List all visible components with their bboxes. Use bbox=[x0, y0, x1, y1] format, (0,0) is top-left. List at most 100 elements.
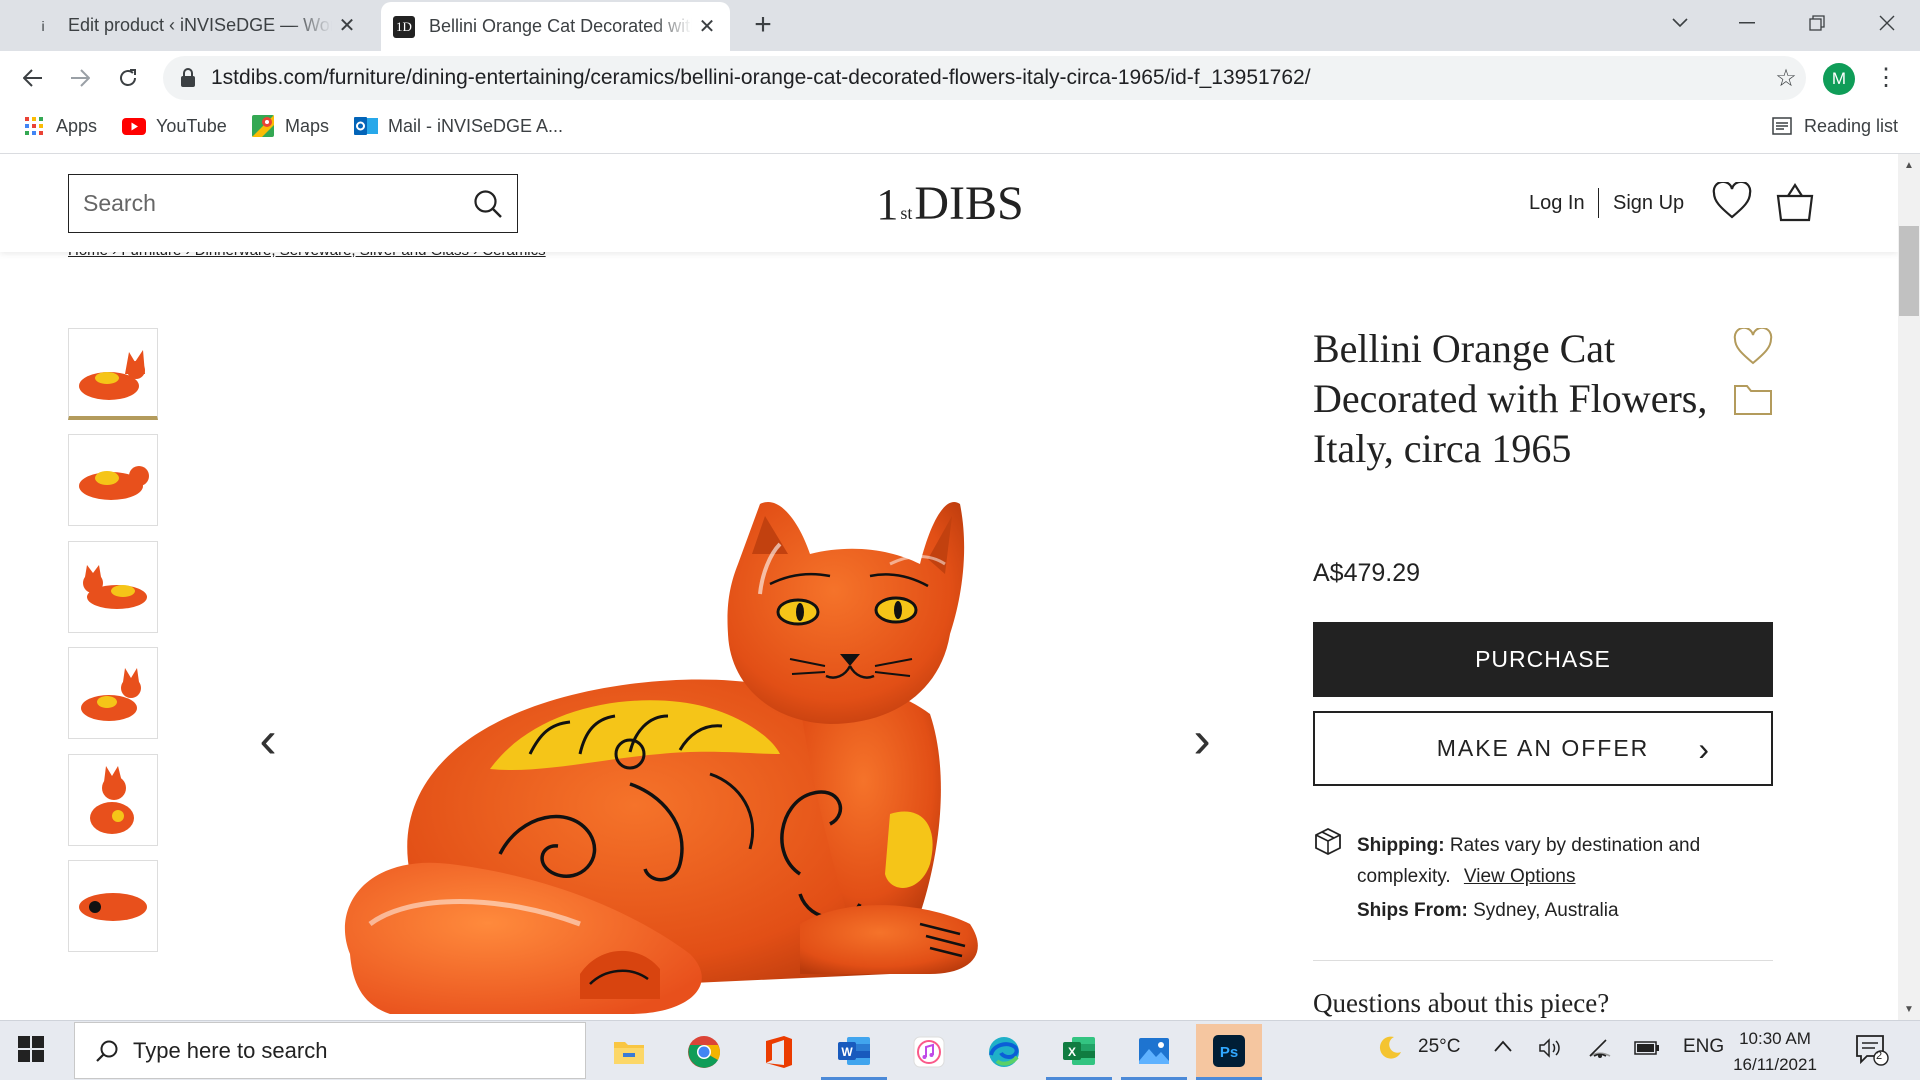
bookmark-apps[interactable]: Apps bbox=[22, 112, 97, 140]
word-icon[interactable]: W bbox=[821, 1024, 887, 1080]
scrollbar-thumb[interactable] bbox=[1899, 226, 1919, 316]
wifi-icon[interactable] bbox=[1588, 1038, 1612, 1064]
browser-menu-icon[interactable]: ⋮ bbox=[1874, 60, 1898, 96]
ships-from-location: Sydney, Australia bbox=[1473, 900, 1619, 921]
maps-icon bbox=[251, 115, 275, 137]
1stdibs-logo[interactable]: 1 st DIBS bbox=[876, 176, 1023, 232]
weather-moon-icon[interactable] bbox=[1376, 1034, 1404, 1067]
bookmark-label: Mail - iNVISeDGE A... bbox=[388, 115, 564, 136]
search-icon bbox=[96, 1040, 118, 1062]
back-arrow-icon[interactable] bbox=[15, 60, 51, 96]
close-tab-icon[interactable]: ✕ bbox=[332, 13, 362, 38]
tab-title: Bellini Orange Cat Decorated with Flower… bbox=[429, 16, 692, 36]
browser-tab-1stdibs[interactable]: 1D Bellini Orange Cat Decorated with Flo… bbox=[381, 2, 730, 51]
shopping-bag-icon[interactable] bbox=[1775, 182, 1815, 227]
photos-icon[interactable] bbox=[1121, 1024, 1187, 1080]
close-window-icon[interactable] bbox=[1852, 0, 1920, 45]
scroll-down-arrow-icon[interactable]: ▼ bbox=[1898, 1000, 1920, 1020]
bookmark-label: YouTube bbox=[156, 115, 227, 136]
favorites-heart-icon[interactable] bbox=[1712, 180, 1752, 225]
site-search-box[interactable] bbox=[68, 174, 518, 233]
cat-thumbnail-image bbox=[90, 766, 134, 834]
ships-from-label: Ships From: bbox=[1357, 900, 1468, 921]
file-explorer-icon[interactable] bbox=[596, 1024, 662, 1080]
purchase-button[interactable]: PURCHASE bbox=[1313, 622, 1773, 697]
save-heart-icon[interactable] bbox=[1733, 326, 1773, 371]
itunes-icon[interactable] bbox=[896, 1024, 962, 1080]
system-clock[interactable]: 10:30 AM 16/11/2021 bbox=[1730, 1026, 1820, 1078]
outlook-icon bbox=[354, 115, 378, 137]
weather-temperature[interactable]: 25°C bbox=[1418, 1036, 1460, 1058]
input-language[interactable]: ENG bbox=[1683, 1036, 1724, 1058]
profile-avatar[interactable]: M bbox=[1823, 63, 1855, 95]
product-thumbnail-2[interactable] bbox=[68, 434, 158, 526]
scroll-up-arrow-icon[interactable]: ▲ bbox=[1898, 156, 1920, 176]
add-to-folder-icon[interactable] bbox=[1733, 382, 1773, 421]
show-hidden-icons-chevron-icon[interactable] bbox=[1494, 1036, 1512, 1058]
bookmark-star-icon[interactable]: ☆ bbox=[1766, 64, 1806, 93]
make-an-offer-button[interactable]: MAKE AN OFFER › bbox=[1313, 711, 1773, 786]
clock-time: 10:30 AM bbox=[1739, 1029, 1811, 1048]
tab-search-chevron-icon[interactable] bbox=[1645, 0, 1715, 45]
orange-cat-figurine-image bbox=[344, 502, 978, 1014]
battery-icon[interactable] bbox=[1634, 1040, 1660, 1062]
clock-date: 16/11/2021 bbox=[1733, 1055, 1817, 1074]
product-thumbnail-5[interactable] bbox=[68, 754, 158, 846]
photoshop-icon[interactable]: Ps bbox=[1196, 1024, 1262, 1080]
new-tab-plus-icon[interactable]: + bbox=[748, 8, 778, 42]
logo-ordinal: 1 bbox=[876, 181, 898, 227]
bookmark-label: Maps bbox=[285, 115, 330, 136]
view-options-link[interactable]: View Options bbox=[1464, 866, 1576, 887]
product-title: Bellini Orange Cat Decorated with Flower… bbox=[1313, 326, 1708, 471]
carousel-prev-chevron-icon[interactable]: ‹ bbox=[248, 710, 288, 770]
questions-heading: Questions about this piece? bbox=[1313, 988, 1610, 1018]
make-an-offer-label: MAKE AN OFFER bbox=[1436, 735, 1650, 761]
bookmark-maps[interactable]: Maps bbox=[251, 112, 329, 140]
1stdibs-favicon-icon: 1D bbox=[393, 15, 415, 38]
section-divider bbox=[1313, 960, 1773, 961]
cat-thumbnail-image bbox=[79, 466, 149, 500]
shipping-label: Shipping: bbox=[1357, 835, 1445, 856]
logo-ordinal-top: 1 bbox=[876, 180, 899, 229]
product-thumbnail-6[interactable] bbox=[68, 860, 158, 952]
bookmark-youtube[interactable]: YouTube bbox=[122, 112, 227, 140]
chrome-icon[interactable] bbox=[671, 1024, 737, 1080]
site-header: 1 st DIBS Log In Sign Up bbox=[0, 154, 1898, 252]
search-input[interactable] bbox=[83, 190, 473, 217]
minimize-window-icon[interactable] bbox=[1712, 0, 1782, 45]
signup-link[interactable]: Sign Up bbox=[1613, 192, 1684, 215]
excel-icon[interactable]: X bbox=[1046, 1024, 1112, 1080]
reading-list-button[interactable]: Reading list bbox=[1770, 112, 1898, 140]
header-divider bbox=[1598, 188, 1599, 218]
youtube-icon bbox=[122, 115, 146, 137]
bookmark-mail[interactable]: Mail - iNVISeDGE A... bbox=[354, 112, 563, 140]
browser-tab-wordpress[interactable]: i Edit product ‹ iNVISeDGE — WordPress ✕ bbox=[0, 0, 370, 51]
product-thumbnail-1[interactable] bbox=[68, 328, 158, 420]
address-bar[interactable]: 1stdibs.com/furniture/dining-entertainin… bbox=[163, 56, 1806, 100]
main-product-image[interactable] bbox=[330, 454, 1170, 1020]
svg-text:X: X bbox=[1068, 1045, 1076, 1059]
chevron-right-icon: › bbox=[1698, 731, 1711, 767]
apps-grid-icon bbox=[22, 115, 46, 137]
cat-thumbnail-image bbox=[79, 893, 147, 921]
search-icon[interactable] bbox=[473, 189, 503, 219]
windows-start-icon[interactable] bbox=[18, 1036, 44, 1067]
edge-icon[interactable] bbox=[971, 1024, 1037, 1080]
product-thumbnail-4[interactable] bbox=[68, 647, 158, 739]
notifications-icon[interactable]: 2 bbox=[1855, 1034, 1889, 1071]
taskbar-search-box[interactable]: Type here to search bbox=[74, 1022, 586, 1079]
reload-icon[interactable] bbox=[110, 60, 146, 96]
ships-from: Ships From: Sydney, Australia bbox=[1357, 900, 1619, 922]
office-icon[interactable] bbox=[746, 1024, 812, 1080]
close-tab-icon[interactable]: ✕ bbox=[692, 14, 722, 39]
restore-window-icon[interactable] bbox=[1782, 0, 1852, 45]
cat-thumbnail-image bbox=[79, 349, 145, 400]
forward-arrow-icon[interactable] bbox=[62, 60, 98, 96]
product-price: A$479.29 bbox=[1313, 559, 1421, 587]
login-link[interactable]: Log In bbox=[1529, 192, 1585, 215]
url-text[interactable]: 1stdibs.com/furniture/dining-entertainin… bbox=[211, 66, 1766, 90]
carousel-next-chevron-icon[interactable]: › bbox=[1182, 710, 1222, 770]
volume-icon[interactable] bbox=[1538, 1038, 1562, 1064]
bookmark-label: Apps bbox=[56, 115, 98, 136]
product-thumbnail-3[interactable] bbox=[68, 541, 158, 633]
